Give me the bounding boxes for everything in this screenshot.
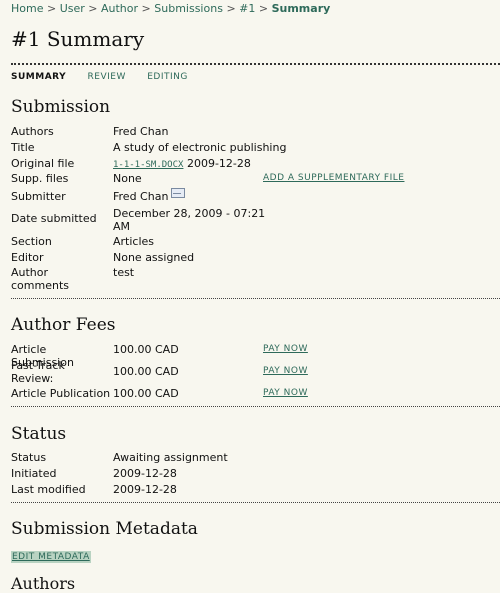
submission-metadata-heading: Submission Metadata <box>11 519 198 539</box>
submission-heading: Submission <box>11 97 111 117</box>
submitter-name: Fred Chan <box>113 190 169 203</box>
tab-bar: SUMMARY REVIEW EDITING <box>11 72 206 82</box>
breadcrumb-author[interactable]: Author <box>101 2 138 15</box>
author-comments-label-line1: Author <box>11 266 49 279</box>
breadcrumb-separator: > <box>226 2 236 15</box>
title-value: A study of electronic publishing <box>113 141 287 154</box>
breadcrumb: Home > User > Author > Submissions > #1 … <box>11 2 330 15</box>
tab-review[interactable]: REVIEW <box>88 72 126 82</box>
page-title: #1 Summary <box>11 27 145 51</box>
section-divider <box>11 502 500 503</box>
breadcrumb-user[interactable]: User <box>60 2 85 15</box>
date-submitted-label: Date submitted <box>11 212 97 225</box>
author-comments-value: test <box>113 266 135 279</box>
original-file-date: 2009-12-28 <box>186 157 251 170</box>
initiated-value: 2009-12-28 <box>113 467 177 480</box>
authors-label: Authors <box>11 125 54 138</box>
author-comments-label: Author comments <box>11 266 111 292</box>
status-label: Status <box>11 451 47 464</box>
breadcrumb-submission-id[interactable]: #1 <box>239 2 255 15</box>
original-file-value: 1-1-1-SM.DOCX 2009-12-28 <box>113 157 251 172</box>
original-file-label: Original file <box>11 157 75 170</box>
last-modified-label: Last modified <box>11 483 86 496</box>
date-submitted-value: December 28, 2009 - 07:21 AM <box>113 207 265 233</box>
status-heading: Status <box>11 424 67 444</box>
section-value: Articles <box>113 235 155 248</box>
original-file-link[interactable]: 1-1-1-SM.DOCX <box>113 160 183 170</box>
add-supplementary-file-link[interactable]: ADD A SUPPLEMENTARY FILE <box>263 173 404 183</box>
status-value: Awaiting assignment <box>113 451 228 464</box>
pay-now-link[interactable]: PAY NOW <box>263 388 308 398</box>
email-icon[interactable] <box>171 188 186 198</box>
fee-amount: 100.00 CAD <box>113 365 179 378</box>
title-divider <box>11 63 500 65</box>
fee-label: Article Publication <box>11 387 111 400</box>
section-label: Section <box>11 235 52 248</box>
fee-amount: 100.00 CAD <box>113 343 179 356</box>
breadcrumb-separator: > <box>46 2 57 15</box>
last-modified-value: 2009-12-28 <box>113 483 177 496</box>
breadcrumb-separator: > <box>258 2 269 15</box>
supp-files-label: Supp. files <box>11 172 69 185</box>
section-divider <box>11 406 500 407</box>
edit-metadata-link[interactable]: EDIT METADATA <box>11 551 91 563</box>
breadcrumb-separator: > <box>88 2 98 15</box>
breadcrumb-home[interactable]: Home <box>11 2 43 15</box>
supp-files-value: None <box>113 172 142 185</box>
fee-amount: 100.00 CAD <box>113 387 179 400</box>
title-label: Title <box>11 141 35 154</box>
tab-summary[interactable]: SUMMARY <box>11 72 66 82</box>
editor-label: Editor <box>11 251 44 264</box>
section-divider <box>11 298 500 299</box>
breadcrumb-submissions[interactable]: Submissions <box>154 2 223 15</box>
breadcrumb-current[interactable]: Summary <box>272 2 331 15</box>
submitter-label: Submitter <box>11 190 66 203</box>
fee-label: Fast-Track Review: <box>11 359 111 385</box>
editor-value: None assigned <box>113 251 195 264</box>
initiated-label: Initiated <box>11 467 57 480</box>
author-comments-label-line2: comments <box>11 279 69 292</box>
pay-now-link[interactable]: PAY NOW <box>263 366 308 376</box>
author-fees-heading: Author Fees <box>11 315 116 335</box>
fee-label-line1: Fast-Track <box>11 359 65 372</box>
submitter-value: Fred Chan <box>113 188 186 203</box>
pay-now-link[interactable]: PAY NOW <box>263 344 308 354</box>
fee-label-line2: Review: <box>11 372 54 385</box>
metadata-authors-heading: Authors <box>11 574 76 593</box>
tab-editing[interactable]: EDITING <box>147 72 188 82</box>
date-submitted-line1: December 28, 2009 - 07:21 <box>113 207 266 220</box>
authors-value: Fred Chan <box>113 125 169 138</box>
date-submitted-line2: AM <box>113 220 131 233</box>
breadcrumb-separator: > <box>141 2 151 15</box>
